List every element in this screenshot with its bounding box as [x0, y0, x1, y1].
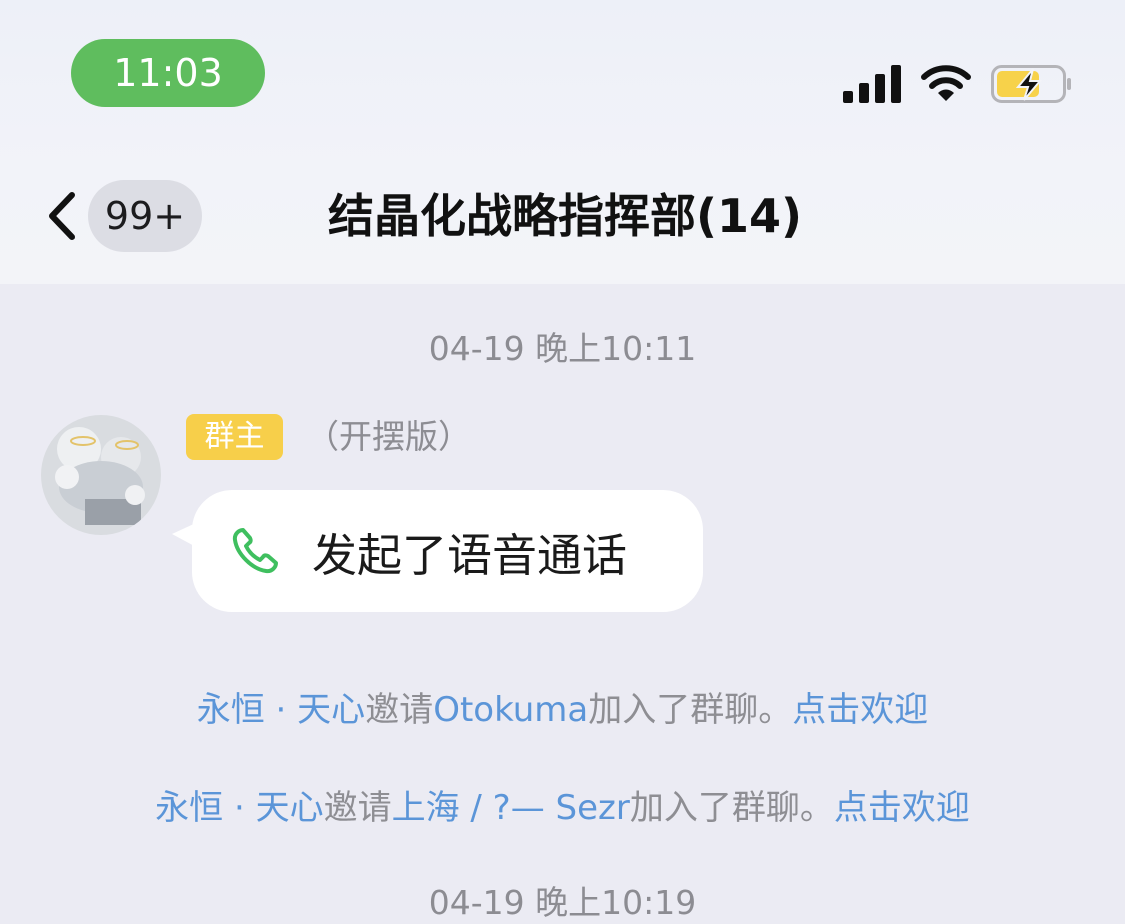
top-header-area: 11:03 99+ 结晶化战略指挥部(14) — [0, 0, 1125, 284]
group-owner-badge: 群主 — [186, 414, 283, 460]
system-message-join: 永恒 · 天心邀请Otokuma加入了群聊。点击欢迎 — [0, 682, 1125, 731]
wifi-icon — [921, 65, 971, 101]
inviter-link[interactable]: 永恒 · 天心 — [197, 690, 365, 730]
system-message-join: 永恒 · 天心邀请上海 / ?— Sezr加入了群聊。点击欢迎 — [0, 780, 1125, 829]
status-time: 11:03 — [71, 39, 265, 107]
voice-call-bubble[interactable]: 发起了语音通话 — [172, 490, 703, 612]
invitee-link[interactable]: Otokuma — [433, 690, 588, 730]
welcome-link[interactable]: 点击欢迎 — [834, 788, 970, 828]
bubble-tail — [172, 522, 198, 548]
welcome-link[interactable]: 点击欢迎 — [792, 690, 928, 730]
status-icons — [843, 64, 1073, 104]
call-text: 发起了语音通话 — [312, 528, 628, 582]
invitee-link[interactable]: 上海 / ?— Sezr — [392, 788, 630, 828]
chat-title: 结晶化战略指挥部(14) — [327, 189, 803, 243]
invite-verb: 邀请 — [323, 788, 392, 828]
message-timestamp: 04-19 晚上10:11 — [428, 329, 697, 368]
cellular-signal-icon — [843, 65, 901, 103]
join-action-text: 加入了群聊。 — [588, 690, 793, 730]
sender-avatar[interactable] — [41, 415, 161, 535]
inviter-link[interactable]: 永恒 · 天心 — [155, 788, 323, 828]
invite-verb: 邀请 — [365, 690, 434, 730]
battery-charging-icon — [991, 65, 1071, 103]
join-action-text: 加入了群聊。 — [629, 788, 834, 828]
phone-icon — [230, 526, 280, 576]
sender-name[interactable]: （开摆版） — [306, 414, 471, 460]
avatar-image — [41, 415, 161, 535]
message-timestamp: 04-19 晚上10:19 — [428, 883, 697, 922]
